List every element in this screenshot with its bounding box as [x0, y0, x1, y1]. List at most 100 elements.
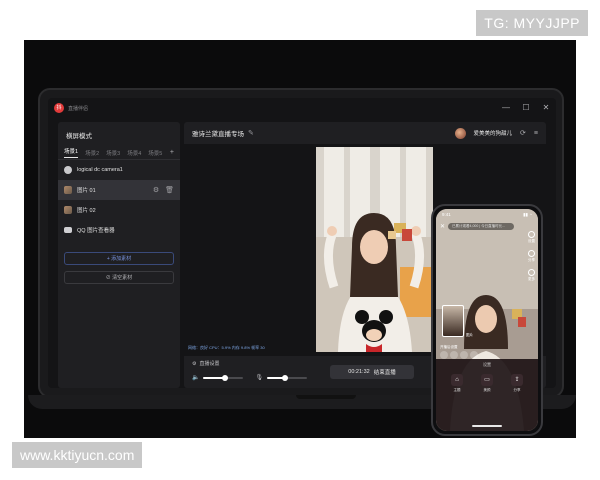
phone-sheet-title: 设置	[483, 362, 491, 367]
phone-time: 9:41	[442, 212, 451, 217]
tab-scene-1[interactable]: 场景1	[64, 147, 79, 158]
stop-live-button[interactable]: 00:21:32 结束直播	[330, 365, 414, 379]
phone-pip-image[interactable]	[442, 305, 464, 337]
tab-scene-2[interactable]: 场景2	[85, 149, 99, 157]
phone-side-settings[interactable]: 设置	[528, 231, 535, 244]
microphone-icon[interactable]: 🎙	[255, 374, 263, 381]
chat-icon: ▭	[481, 374, 493, 386]
phone: 9:41 ▮▮ ◔ ✕ 已累计观看4,000 | 今日直播时长... 设置 分享	[431, 204, 543, 436]
source-label: 图片 02	[77, 208, 96, 214]
live-timer: 00:21:32	[348, 369, 370, 375]
room-title: 雅诗兰黛直播专场	[192, 131, 244, 138]
minimize-button[interactable]: —	[502, 104, 510, 112]
phone-side-label: 更多	[528, 277, 535, 281]
sidebar: 横屏模式 场景1 场景2 场景3 场景4 场景5 + logical dc ca…	[58, 122, 180, 388]
more-icon	[528, 269, 535, 276]
speaker-icon[interactable]: 🔈	[192, 374, 199, 381]
phone-sheet-item-label: 主题	[453, 388, 461, 392]
phone-side-share[interactable]: 分享	[528, 250, 535, 263]
source-item-image-02[interactable]: 图片 02	[58, 200, 180, 220]
laptop-notch	[296, 395, 356, 399]
close-icon[interactable]: ✕	[440, 223, 445, 230]
volume-controls: 🔈 🎙	[192, 374, 315, 381]
monitor-icon	[64, 227, 72, 233]
quick-action-icon[interactable]	[440, 351, 448, 359]
phone-settings-sheet: 设置 ⌂ 主题 ▭ 美颜 ⇪ 分享	[436, 359, 538, 431]
source-label: QQ 图片查看器	[77, 228, 115, 234]
phone-status-bar: 9:41 ▮▮ ◔	[442, 212, 532, 218]
quick-action-icon[interactable]	[450, 351, 458, 359]
gear-icon: ⚙	[192, 360, 197, 367]
page: TG: MYYJJPP 抖 直播伴侣 — ☐ ✕ 横屏模式 场景1 场景2 场景…	[0, 0, 600, 480]
main-header: 雅诗兰黛直播专场 ✎ 爱美美的狗甜儿 ⟳ ≡	[184, 122, 546, 144]
phone-screen: 9:41 ▮▮ ◔ ✕ 已累计观看4,000 | 今日直播时长... 设置 分享	[436, 209, 538, 431]
phone-side-label: 设置	[528, 239, 535, 243]
phone-side-actions: 设置 分享 更多	[528, 231, 535, 282]
phone-float-label: 开播后设置	[440, 345, 458, 349]
stop-live-label: 结束直播	[373, 370, 396, 376]
tab-scene-5[interactable]: 场景5	[148, 149, 162, 157]
share-icon	[528, 250, 535, 257]
app-name: 直播伴侣	[68, 105, 89, 112]
speaker-volume-slider[interactable]	[203, 374, 244, 381]
user-name[interactable]: 爱美美的狗甜儿	[474, 129, 513, 137]
mic-volume-knob[interactable]	[282, 374, 289, 381]
tab-scene-4[interactable]: 场景4	[127, 149, 141, 157]
phone-pip-label: 图片	[466, 333, 473, 337]
add-material-button[interactable]: + 添加素材	[64, 252, 174, 265]
close-button[interactable]: ✕	[542, 104, 550, 112]
phone-sheet-item[interactable]: ⇪ 分享	[511, 374, 523, 393]
phone-quick-actions	[440, 351, 478, 359]
streamer-image	[316, 147, 433, 352]
app-logo-icon: 抖	[54, 103, 64, 113]
quick-action-icon[interactable]	[470, 351, 478, 359]
signal-icon: ▮▮ ◔	[523, 212, 532, 217]
delete-icon[interactable]: 🗑	[165, 186, 174, 194]
share-icon: ⇪	[511, 374, 523, 386]
source-actions: ⚙ 🗑	[153, 186, 174, 194]
titlebar: 抖 直播伴侣 — ☐ ✕	[48, 98, 556, 118]
maximize-button[interactable]: ☐	[522, 104, 530, 112]
speaker-volume-knob[interactable]	[222, 374, 229, 381]
home-icon: ⌂	[451, 374, 463, 386]
source-item-qq-viewer[interactable]: QQ 图片查看器	[58, 220, 180, 240]
source-item-camera[interactable]: logical dc camera1	[58, 160, 180, 180]
phone-sheet-items: ⌂ 主题 ▭ 美颜 ⇪ 分享	[436, 368, 538, 393]
layout-mode-title[interactable]: 横屏模式	[58, 122, 180, 146]
avatar[interactable]	[454, 127, 466, 139]
source-label: 图片 01	[77, 188, 96, 194]
menu-icon[interactable]: ≡	[534, 130, 538, 137]
image-icon	[64, 186, 72, 194]
home-indicator	[472, 425, 502, 427]
sync-icon[interactable]: ⟳	[520, 129, 526, 137]
camera-icon	[64, 166, 72, 174]
live-settings-label: 直播设置	[199, 361, 220, 367]
add-scene-button[interactable]: +	[170, 149, 174, 156]
mic-volume-slider[interactable]	[267, 374, 308, 381]
edit-icon[interactable]: ✎	[248, 129, 254, 137]
tab-scene-3[interactable]: 场景3	[106, 149, 120, 157]
phone-side-more[interactable]: 更多	[528, 269, 535, 282]
image-icon	[64, 206, 72, 214]
phone-sheet-item[interactable]: ⌂ 主题	[451, 374, 463, 393]
stream-stats: 网络：良好 CPU：5.9% 内存 9.8% 帧率 30	[188, 345, 265, 350]
phone-top-bar: ✕ 已累计观看4,000 | 今日直播时长...	[440, 221, 534, 231]
clear-material-button[interactable]: ⊘ 清空素材	[64, 271, 174, 284]
scene-tabs: 场景1 场景2 场景3 场景4 场景5 +	[58, 146, 180, 160]
phone-side-label: 分享	[528, 258, 535, 262]
phone-info-pill: 已累计观看4,000 | 今日直播时长...	[448, 222, 515, 230]
watermark-top: TG: MYYJJPP	[476, 10, 588, 36]
header-right: 爱美美的狗甜儿 ⟳ ≡	[454, 127, 538, 139]
source-label: logical dc camera1	[77, 167, 123, 173]
quick-action-icon[interactable]	[460, 351, 468, 359]
watermark-bottom: www.kktiyucn.com	[12, 442, 143, 468]
phone-sheet-item-label: 美颜	[483, 388, 491, 392]
phone-sheet-item[interactable]: ▭ 美颜	[481, 374, 493, 393]
settings-icon[interactable]: ⚙	[153, 186, 159, 194]
settings-icon	[528, 231, 535, 238]
source-item-image-01[interactable]: 图片 01 ⚙ 🗑	[58, 180, 180, 200]
live-settings-button[interactable]: ⚙ 直播设置	[192, 360, 220, 368]
phone-sheet-item-label: 分享	[513, 388, 521, 392]
stream-preview[interactable]	[316, 147, 433, 352]
window-controls: — ☐ ✕	[502, 104, 550, 112]
